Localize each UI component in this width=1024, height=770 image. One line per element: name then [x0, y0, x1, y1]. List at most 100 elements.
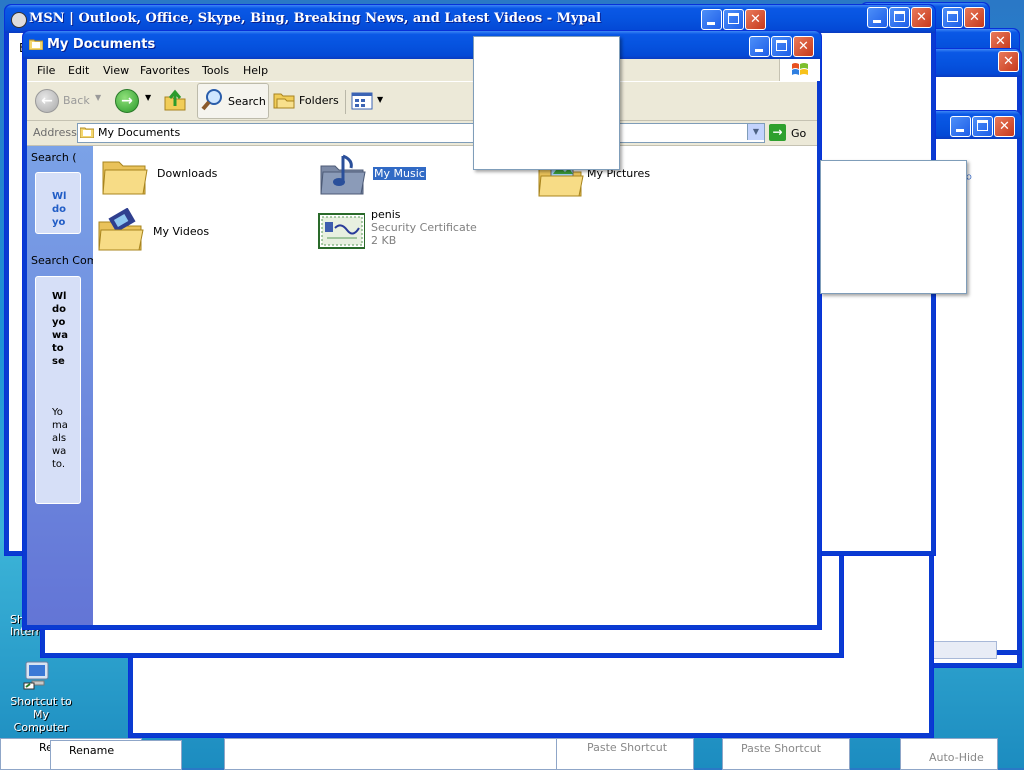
file-item-downloads[interactable]: Downloads	[101, 154, 311, 204]
maximize-button[interactable]	[942, 7, 963, 28]
search-section-card: Wl do yo	[35, 172, 81, 234]
maximize-icon	[776, 40, 787, 51]
minimize-icon	[956, 129, 964, 132]
file-item-my-videos[interactable]: My Videos	[97, 208, 307, 258]
context-menu-fragment[interactable]: Paste Shortcut	[556, 738, 694, 770]
mypal-titlebar: MSN | Outlook, Office, Skype, Bing, Brea…	[5, 5, 935, 33]
menu-view[interactable]: View	[103, 64, 129, 77]
folders-icon	[273, 93, 295, 109]
desktop-icon-my-computer[interactable]: Shortcut to My Computer	[0, 656, 90, 734]
forward-arrow-icon: →	[115, 89, 139, 113]
close-button[interactable]: ✕	[793, 36, 814, 57]
go-button[interactable]: → Go	[767, 123, 813, 143]
minimize-button[interactable]	[950, 116, 971, 137]
context-menu-item-paste-shortcut[interactable]: Paste Shortcut	[741, 742, 821, 755]
forward-button[interactable]: → ▼	[113, 88, 153, 114]
maximize-icon	[947, 11, 958, 22]
card-line: als	[52, 433, 67, 444]
card-line: do	[52, 204, 67, 215]
context-menu-item-rename[interactable]: Rename	[69, 744, 114, 757]
context-menu-item-paste-shortcut[interactable]: Paste Shortcut	[587, 741, 667, 754]
menu-favorites[interactable]: Favorites	[140, 64, 190, 77]
search-companion-header[interactable]: Search Comp	[31, 254, 93, 267]
folder-icon	[28, 38, 44, 51]
back-label: Back	[63, 94, 90, 107]
my-documents-icon	[80, 127, 94, 138]
menu-help[interactable]: Help	[243, 64, 268, 77]
minimize-icon	[755, 49, 763, 52]
close-button[interactable]: ✕	[911, 7, 932, 28]
card-line: Yo	[52, 407, 63, 418]
close-button[interactable]: ✕	[998, 51, 1019, 72]
go-arrow-icon: →	[769, 124, 786, 141]
blank-popup-window[interactable]	[820, 160, 967, 294]
menu-file[interactable]: File	[37, 64, 55, 77]
videos-folder-icon	[98, 208, 144, 251]
search-icon	[201, 89, 222, 111]
my-documents-window[interactable]: My Documents ✕ File Edit View Favorites …	[22, 30, 822, 630]
search-section-header[interactable]: Search (	[31, 151, 77, 164]
card-line: to	[52, 343, 64, 354]
close-icon: ✕	[798, 39, 809, 54]
menu-tools[interactable]: Tools	[202, 64, 229, 77]
file-item-penis[interactable]: penis Security Certificate 2 KB	[317, 208, 527, 268]
close-button[interactable]: ✕	[745, 9, 766, 30]
file-item-name-selected: My Music	[373, 167, 426, 180]
mypal-app-icon	[11, 12, 27, 28]
maximize-icon	[728, 13, 739, 24]
back-arrow-icon: ←	[35, 89, 59, 113]
views-icon	[351, 92, 373, 110]
context-menu-fragment[interactable]: Rename	[50, 740, 182, 770]
file-item-name: My Videos	[153, 225, 210, 238]
file-item-size: 2 KB	[371, 234, 397, 247]
blank-popup-window[interactable]	[473, 36, 620, 170]
maximize-button[interactable]	[889, 7, 910, 28]
views-button[interactable]: ▼	[351, 88, 387, 114]
address-dropdown-button[interactable]: ▼	[747, 124, 764, 140]
close-button[interactable]: ✕	[994, 116, 1015, 137]
minimize-button[interactable]	[867, 7, 888, 28]
context-menu-fragment[interactable]	[224, 738, 566, 770]
task-pane: Search ( Wl do yo Search Comp Wl do yo w…	[27, 146, 93, 625]
back-button[interactable]: ← Back ▼	[33, 88, 103, 114]
card-line: yo	[52, 217, 66, 228]
minimize-button[interactable]	[701, 9, 722, 30]
close-button[interactable]: ✕	[964, 7, 985, 28]
background-scrollbar[interactable]	[931, 641, 997, 659]
music-folder-icon	[320, 154, 366, 195]
window-title: My Documents	[47, 37, 156, 52]
minimize-icon	[707, 22, 715, 25]
search-companion-card: Wl do yo wa to se Yo ma als wa to.	[35, 276, 81, 504]
folders-button[interactable]: Folders	[273, 88, 339, 114]
go-label: Go	[791, 127, 807, 140]
up-folder-button[interactable]	[163, 88, 189, 114]
explorer-client: File Edit View Favorites Tools Help ← Ba…	[27, 59, 820, 625]
context-menu-fragment[interactable]: Auto-Hide	[900, 738, 998, 770]
address-input[interactable]: My Documents ▼	[77, 123, 765, 143]
desktop-icon-label: Shortcut to My Computer	[10, 695, 72, 734]
search-label: Search	[228, 95, 266, 108]
forward-dropdown-icon[interactable]: ▼	[145, 93, 151, 102]
back-dropdown-icon[interactable]: ▼	[95, 93, 101, 102]
maximize-icon	[894, 11, 905, 22]
card-line: Wl	[52, 191, 67, 202]
close-icon: ✕	[750, 12, 761, 27]
maximize-button[interactable]	[972, 116, 993, 137]
card-line: yo	[52, 317, 66, 328]
context-menu-fragment[interactable]: Paste Shortcut	[722, 738, 850, 770]
minimize-icon	[873, 20, 881, 23]
card-line: wa	[52, 446, 67, 457]
context-menu-item-auto-hide[interactable]: Auto-Hide	[929, 751, 984, 764]
maximize-button[interactable]	[771, 36, 792, 57]
search-button[interactable]: Search	[197, 83, 269, 119]
minimize-button[interactable]	[749, 36, 770, 57]
card-line: do	[52, 304, 67, 315]
maximize-button[interactable]	[723, 9, 744, 30]
menu-edit[interactable]: Edit	[68, 64, 89, 77]
card-line: to.	[52, 459, 66, 470]
windows-flag-icon	[779, 59, 820, 81]
folders-label: Folders	[299, 94, 339, 107]
address-bar: Address My Documents ▼ → Go	[27, 121, 817, 146]
maximize-icon	[977, 120, 988, 131]
my-documents-titlebar[interactable]: My Documents ✕	[23, 31, 821, 59]
